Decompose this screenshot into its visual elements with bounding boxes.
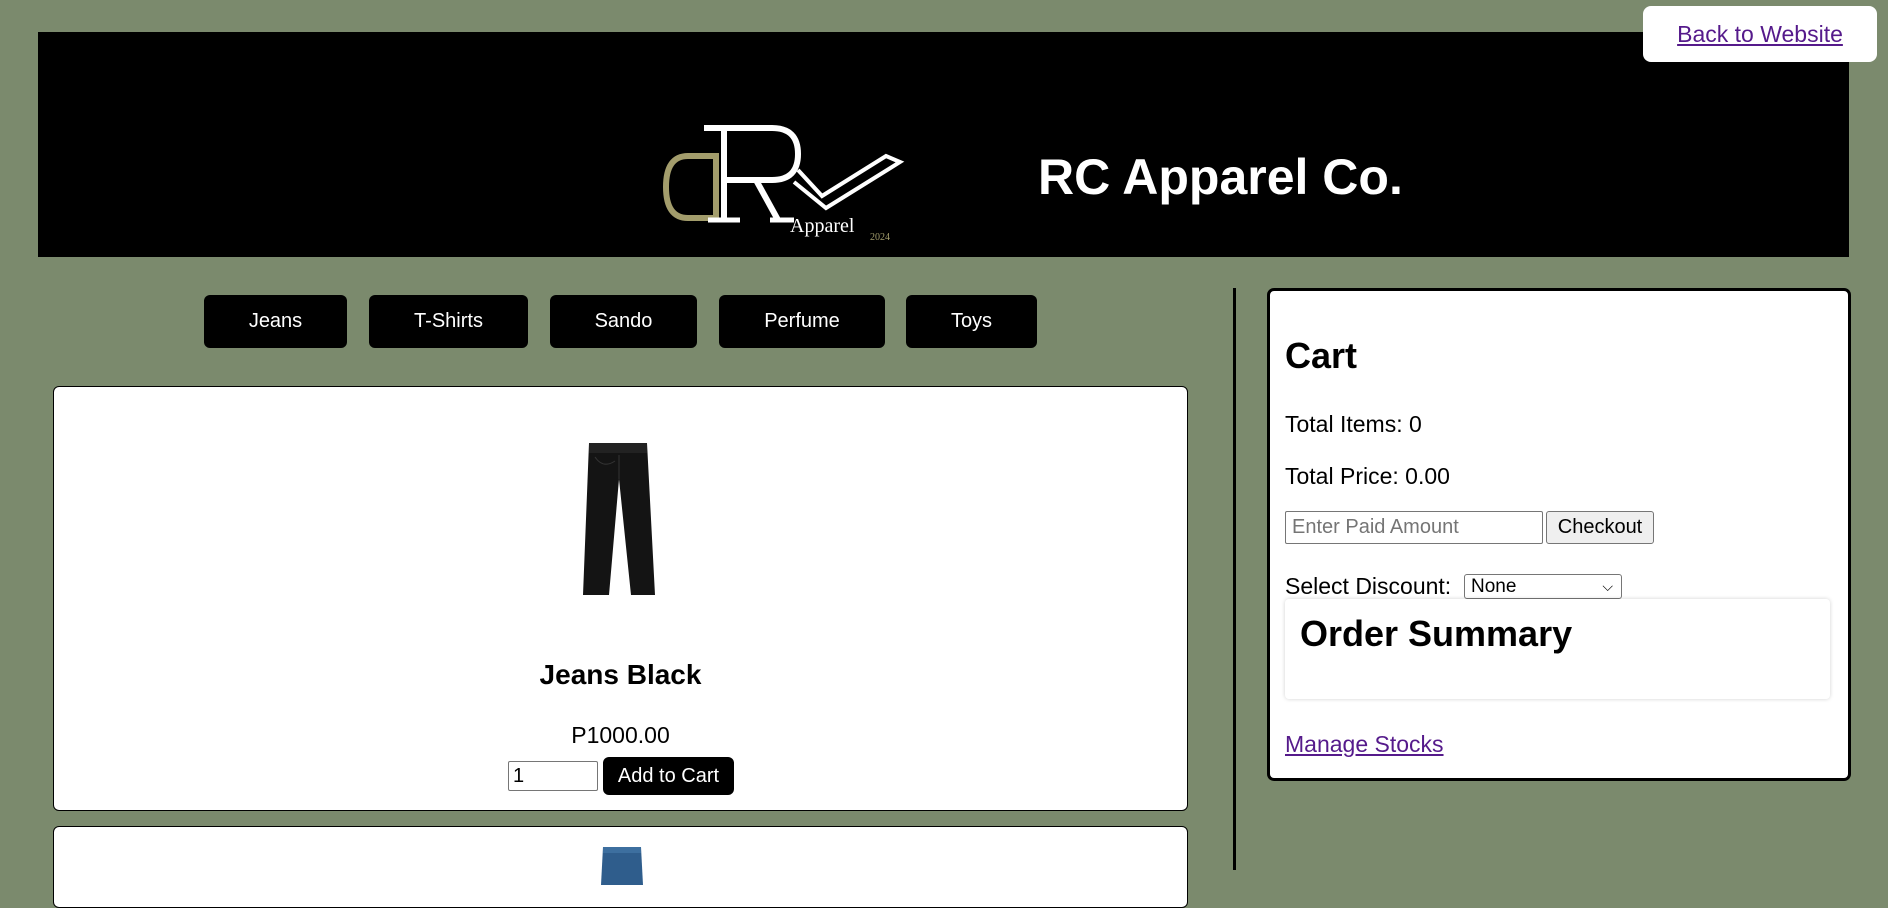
- category-perfume-button[interactable]: Perfume: [719, 295, 885, 348]
- category-toys-button[interactable]: Toys: [906, 295, 1037, 348]
- product-price: P1000.00: [571, 722, 670, 748]
- discount-selected-value: None: [1471, 575, 1517, 597]
- total-price: Total Price: 0.00: [1285, 463, 1450, 489]
- product-card: Jeans Black P1000.00 Add to Cart: [53, 386, 1188, 811]
- add-to-cart-button[interactable]: Add to Cart: [603, 757, 734, 795]
- paid-amount-input[interactable]: [1285, 511, 1543, 544]
- svg-text:Apparel: Apparel: [790, 215, 855, 237]
- chevron-down-icon: ⌵: [1602, 578, 1613, 594]
- cart-panel: Cart Total Items: 0 Total Price: 0.00 Ch…: [1267, 288, 1851, 781]
- svg-text:2024: 2024: [870, 232, 890, 240]
- total-items: Total Items: 0: [1285, 411, 1422, 437]
- category-sando-button[interactable]: Sando: [550, 295, 697, 348]
- discount-label: Select Discount:: [1285, 573, 1452, 599]
- back-to-website-link[interactable]: Back to Website: [1643, 6, 1877, 62]
- cart-title: Cart: [1285, 335, 1358, 376]
- brand-title: RC Apparel Co.: [1038, 149, 1403, 205]
- product-card: [53, 826, 1188, 908]
- checkout-button[interactable]: Checkout: [1546, 511, 1654, 544]
- jeans-black-image: [583, 443, 655, 595]
- jeans-blue-image: [601, 847, 643, 885]
- quantity-input[interactable]: [508, 761, 598, 791]
- category-jeans-button[interactable]: Jeans: [204, 295, 347, 348]
- column-divider: [1233, 288, 1236, 870]
- discount-select[interactable]: None ⌵: [1464, 574, 1622, 599]
- site-header: Apparel 2024 RC Apparel Co.: [38, 32, 1849, 257]
- brand-logo: Apparel 2024: [662, 125, 905, 240]
- order-summary-title: Order Summary: [1300, 613, 1573, 654]
- product-name: Jeans Black: [539, 659, 702, 690]
- order-summary: Order Summary: [1285, 599, 1830, 699]
- manage-stocks-link[interactable]: Manage Stocks: [1285, 731, 1444, 758]
- category-tshirts-button[interactable]: T-Shirts: [369, 295, 528, 348]
